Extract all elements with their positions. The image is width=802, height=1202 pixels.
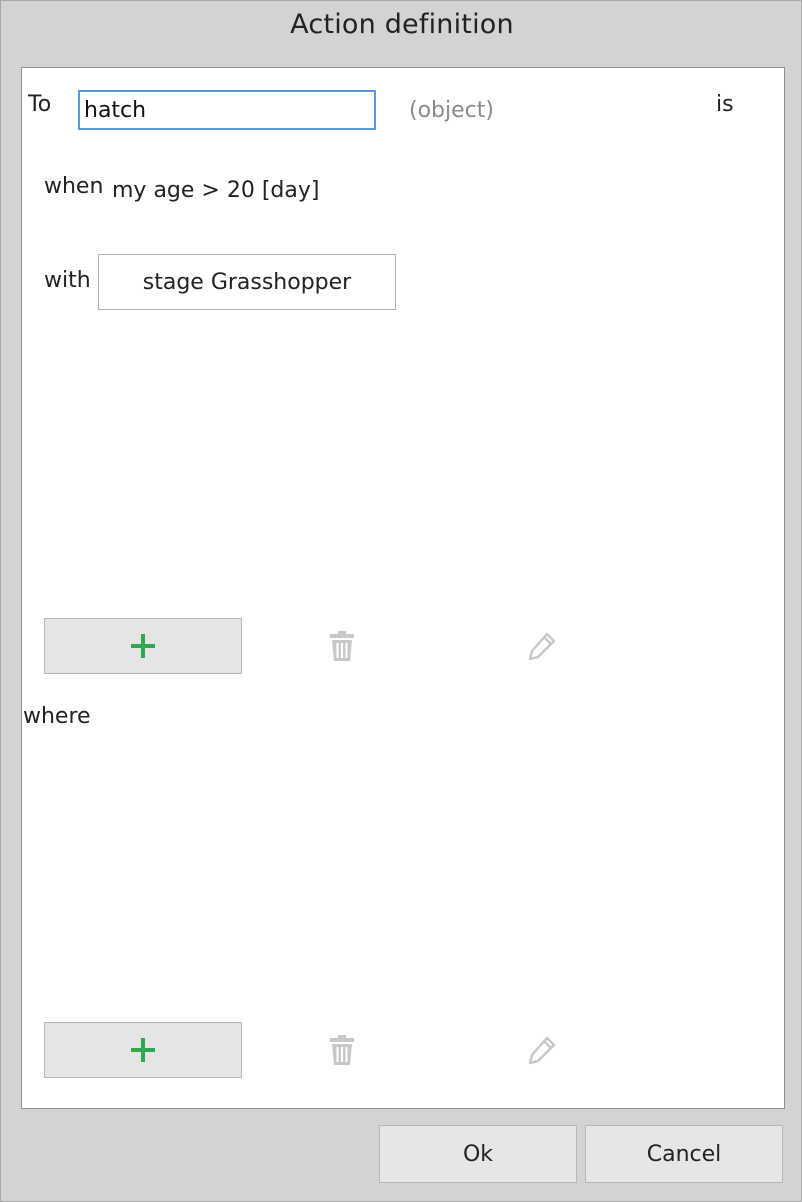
is-label: is [716, 92, 734, 117]
with-value-text: stage Grasshopper [142, 269, 352, 295]
add-where-button[interactable] [44, 1022, 242, 1078]
with-label: with [44, 268, 91, 293]
ok-button-label: Ok [462, 1141, 494, 1167]
cancel-button[interactable]: Cancel [585, 1125, 783, 1183]
ok-button[interactable]: Ok [379, 1125, 577, 1183]
plus-icon [131, 634, 155, 658]
edit-where-button[interactable] [522, 1030, 562, 1070]
trash-icon [330, 1035, 354, 1065]
pencil-icon [528, 1036, 556, 1065]
where-label: where [23, 704, 91, 729]
condition-text[interactable]: my age > 20 [day] [112, 178, 319, 203]
object-hint: (object) [409, 98, 494, 123]
action-definition-dialog: Action definition To (object) is when my… [0, 0, 802, 1202]
plus-icon [131, 1038, 155, 1062]
with-value-field[interactable]: stage Grasshopper [98, 254, 396, 310]
edit-with-button[interactable] [522, 626, 562, 666]
dialog-title: Action definition [290, 9, 514, 40]
cancel-button-label: Cancel [646, 1141, 722, 1167]
trash-icon [330, 631, 354, 661]
add-with-button[interactable] [44, 618, 242, 674]
action-name-input[interactable] [78, 90, 376, 130]
when-label: when [44, 174, 104, 199]
definition-panel: To (object) is when my age > 20 [day] wi… [21, 67, 785, 1109]
delete-where-button[interactable] [322, 1030, 362, 1070]
to-label: To [28, 92, 52, 117]
delete-with-button[interactable] [322, 626, 362, 666]
pencil-icon [528, 632, 556, 661]
